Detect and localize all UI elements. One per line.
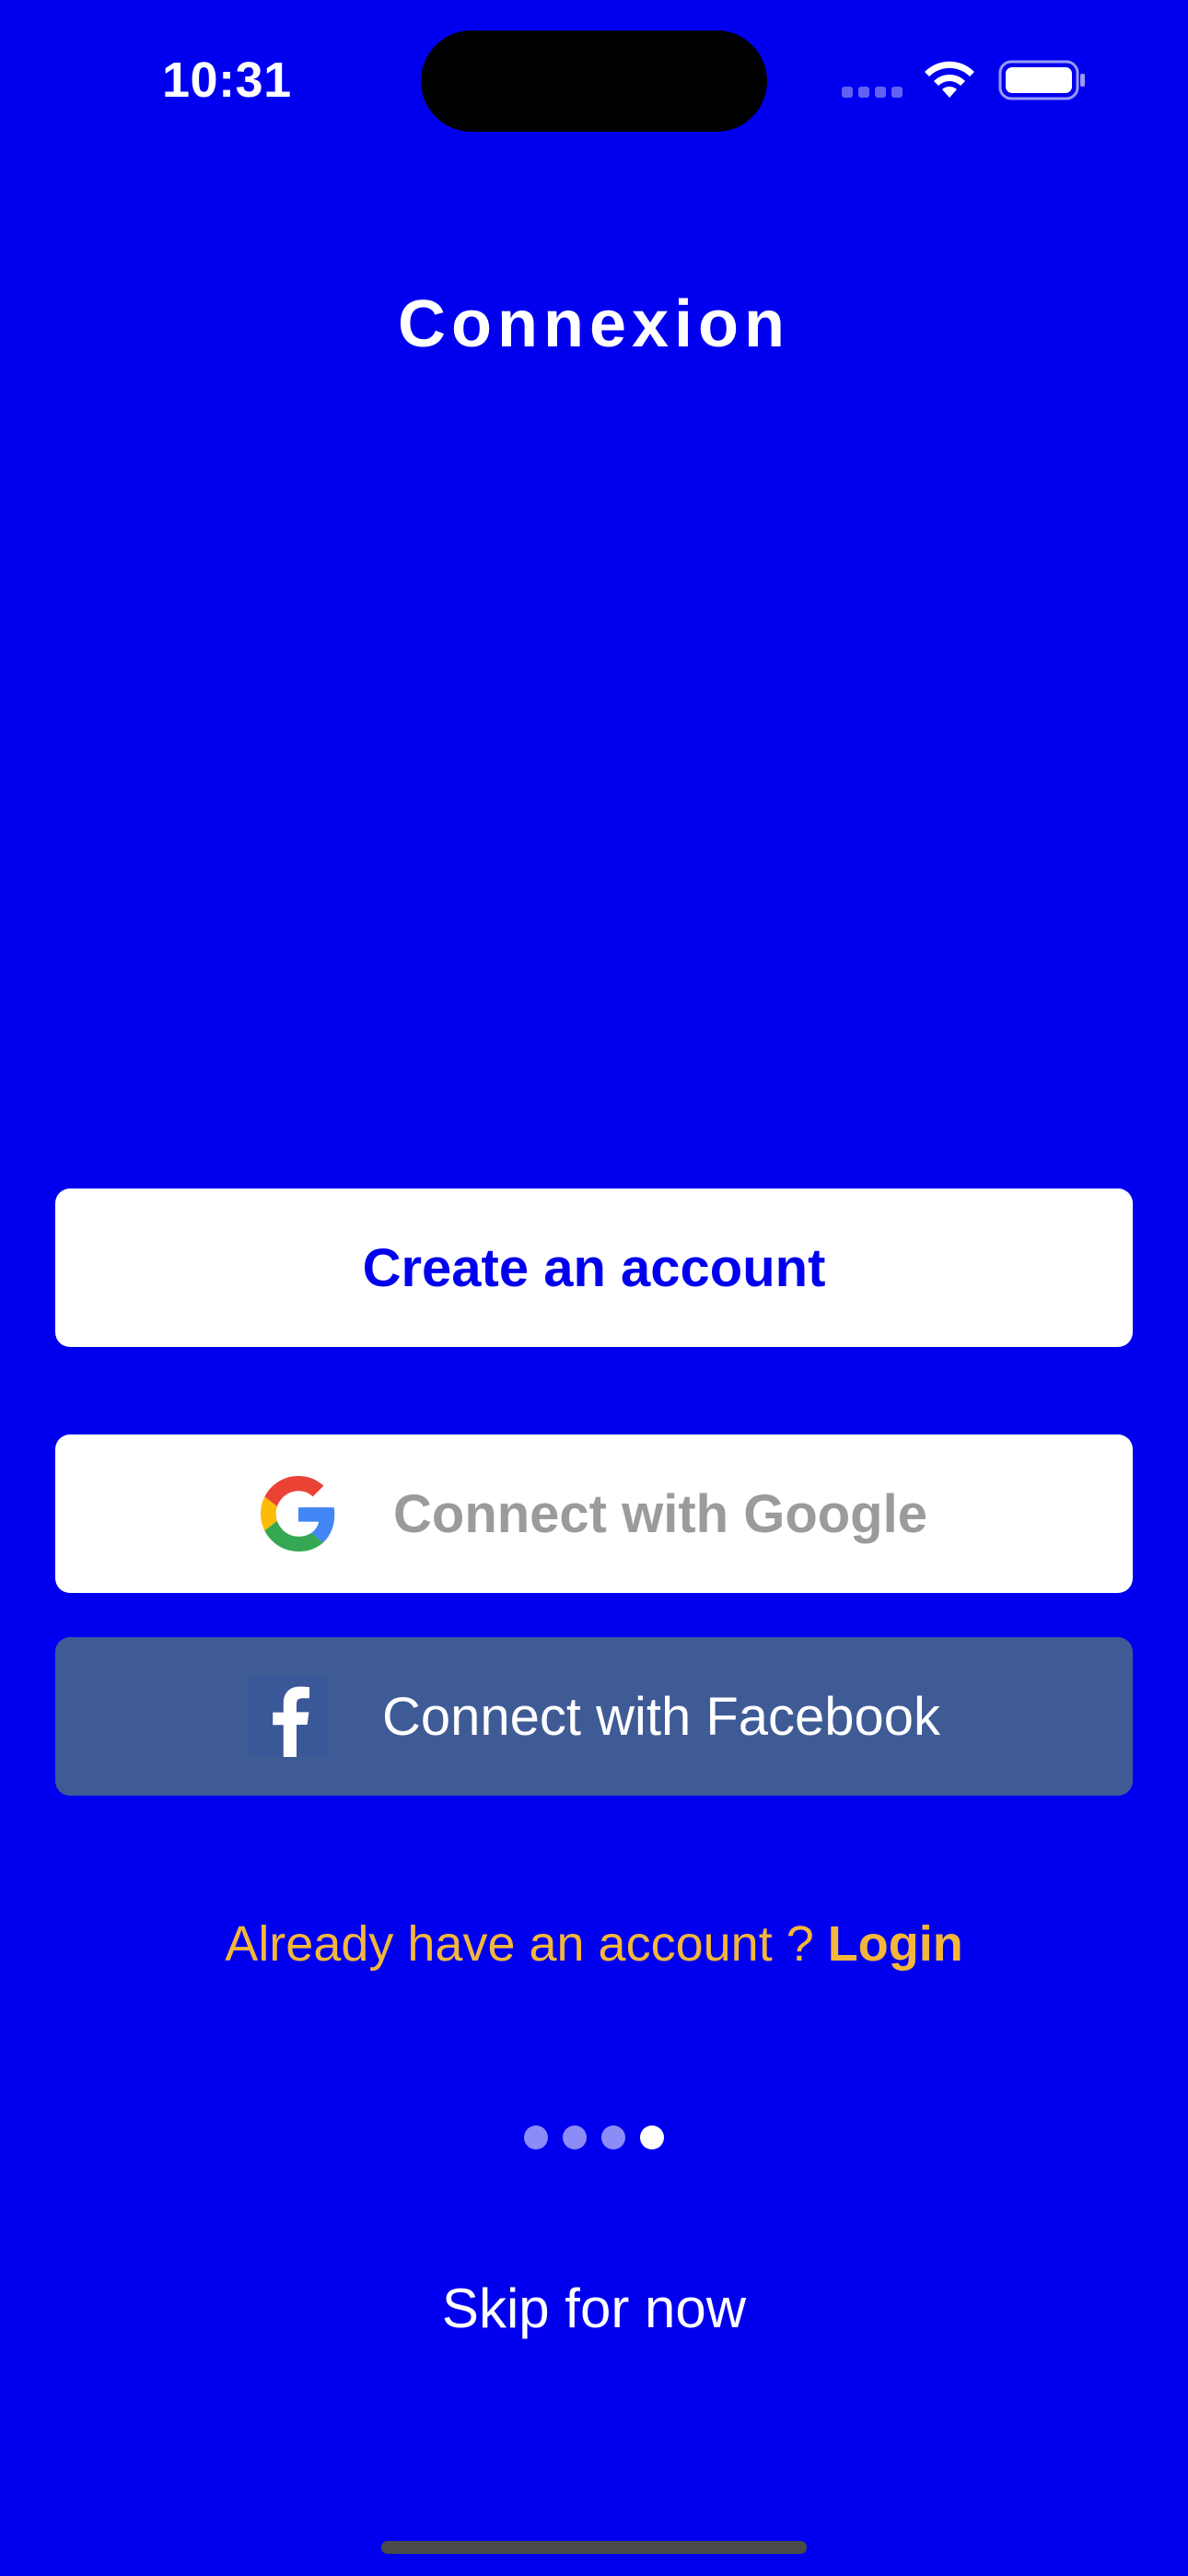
battery-icon (998, 60, 1085, 100)
create-account-button[interactable]: Create an account (55, 1188, 1133, 1347)
skip-button[interactable]: Skip for now (0, 2272, 1188, 2346)
page-dot-active[interactable] (640, 2125, 664, 2149)
create-account-label: Create an account (362, 1237, 826, 1298)
connect-facebook-label: Connect with Facebook (381, 1686, 941, 1747)
dynamic-island (421, 30, 767, 132)
login-link[interactable]: Login (828, 1916, 963, 1972)
page-dot[interactable] (524, 2125, 548, 2149)
connect-google-button[interactable]: Connect with Google (55, 1434, 1133, 1593)
login-prompt-text: Already have an account ? (225, 1916, 828, 1972)
page-dot[interactable] (601, 2125, 625, 2149)
home-indicator[interactable] (381, 2541, 807, 2554)
google-icon (261, 1476, 335, 1551)
wifi-icon (925, 61, 974, 98)
cellular-signal-icon (842, 87, 906, 98)
connect-google-label: Connect with Google (393, 1483, 927, 1544)
connect-facebook-button[interactable]: Connect with Facebook (55, 1637, 1133, 1796)
facebook-icon (247, 1676, 329, 1757)
page-dot[interactable] (563, 2125, 587, 2149)
login-prompt: Already have an account ? Login (0, 1912, 1188, 1976)
status-time: 10:31 (162, 53, 292, 108)
page-title: Connexion (398, 287, 790, 361)
page-indicator (0, 2125, 1188, 2149)
